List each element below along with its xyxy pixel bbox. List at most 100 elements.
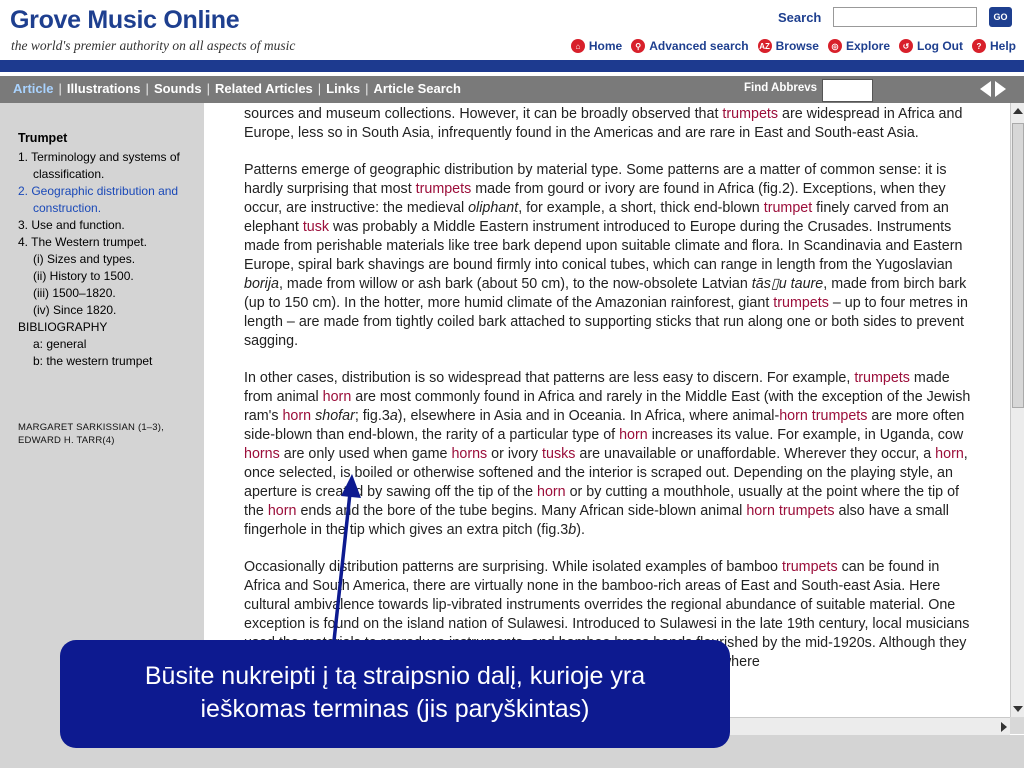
term-link[interactable]: horn [323,389,352,405]
term-link[interactable]: horn [537,484,566,500]
tab-sounds[interactable]: Sounds [154,81,202,96]
tab-separator: | [317,81,322,96]
term-link[interactable]: horns [451,446,487,462]
next-arrow-icon[interactable] [995,81,1006,97]
term-link[interactable]: horn trumpets [779,408,867,424]
term-link[interactable]: horn trumpets [746,503,834,519]
article-tab-bar: Article | Illustrations | Sounds | Related Art… [0,76,1024,103]
nav-label: Help [989,39,1016,53]
text-run: sources and museum collections. However,… [244,106,723,122]
article-paragraph: Patterns emerge of geographic distributi… [244,161,972,351]
term-link[interactable]: tusk [303,219,329,235]
scroll-up-icon[interactable] [1013,108,1023,114]
toc-title[interactable]: Trumpet [18,130,198,147]
help-icon: ? [971,39,986,53]
tab-article-search[interactable]: Article Search [374,81,461,96]
nav-advanced-search[interactable]: ⚲ Advanced search [631,39,749,53]
article-paragraph: In other cases, distribution is so wides… [244,369,972,540]
tab-illustrations[interactable]: Illustrations [67,81,141,96]
toc-item[interactable]: BIBLIOGRAPHY [18,319,198,336]
text-run: In other cases, distribution is so wides… [244,370,855,386]
home-icon: ⌂ [570,39,585,53]
nav-home[interactable]: ⌂ Home [570,39,623,53]
term-link[interactable]: tusks [542,446,575,462]
toc-item[interactable]: (iv) Since 1820. [18,302,198,319]
italic-text: shofar [315,408,355,424]
term-link[interactable]: trumpets [722,106,778,122]
text-run: increases its value. For example, in Uga… [647,427,964,443]
nav-label: Log Out [917,39,963,53]
tab-separator: | [365,81,369,96]
tab-separator: | [58,81,62,96]
nav-help[interactable]: ? Help [971,39,1016,53]
instruction-callout: Būsite nukreipti į tą straipsnio dalį, k… [60,640,730,748]
italic-text: tās▯u taure [751,276,824,292]
toc-item[interactable]: (iii) 1500–1820. [18,285,198,302]
term-link[interactable]: trumpets [854,370,910,386]
article-tabs: Article | Illustrations | Sounds | Related Art… [13,81,461,96]
toc-item[interactable]: 1. Terminology and systems of classifica… [18,149,198,183]
article-authors: MARGARET SARKISSIAN (1–3), EDWARD H. TAR… [18,422,164,446]
toc-item[interactable]: 2. Geographic distribution and construct… [18,183,198,217]
tab-links[interactable]: Links [326,81,360,96]
page-arrows [980,81,1006,97]
previous-arrow-icon[interactable] [980,81,991,97]
tab-article[interactable]: Article [13,81,53,96]
nav-label: Advanced search [649,39,749,53]
site-header: Grove Music Online the world's premier a… [0,0,1024,60]
vertical-scrollbar[interactable] [1010,103,1024,717]
site-logo[interactable]: Grove Music Online [10,6,240,35]
nav-log-out[interactable]: ↺ Log Out [899,39,963,53]
term-link[interactable]: trumpets [773,295,829,311]
article-body: sources and museum collections. However,… [204,103,1010,717]
toc-item[interactable]: (i) Sizes and types. [18,251,198,268]
toc-item[interactable]: 3. Use and function. [18,217,198,234]
nav-label: Explore [845,39,890,53]
site-tagline: the world's premier authority on all asp… [11,38,296,53]
search-go-button[interactable]: GO [989,7,1012,27]
magnifier-icon: ⚲ [631,39,646,53]
toc-item[interactable]: (ii) History to 1500. [18,268,198,285]
toc-item[interactable]: b: the western trumpet [18,353,198,370]
text-run: are only used when game [279,446,452,462]
text-run: Occasionally distribution patterns are s… [244,559,782,575]
tab-related-articles[interactable]: Related Articles [215,81,313,96]
scroll-down-icon[interactable] [1013,706,1023,712]
term-link[interactable]: horns [244,446,280,462]
scroll-thumb[interactable] [1012,123,1024,408]
scroll-right-icon[interactable] [1001,722,1007,732]
term-link[interactable]: horn [935,446,964,462]
italic-text: oliphant [468,200,519,216]
header-band [0,60,1024,72]
text-run: are unavailable or unaffordable. Whereve… [575,446,936,462]
callout-text: Būsite nukreipti į tą straipsnio dalį, k… [144,662,646,723]
article-paragraph: sources and museum collections. However,… [244,105,972,143]
nav-browse[interactable]: AZ Browse [757,39,819,53]
term-link[interactable]: horn [268,503,297,519]
term-link[interactable]: horn [619,427,648,443]
term-link[interactable]: trumpet [764,200,812,216]
text-run: ). [576,522,585,538]
text-run: , for example, a short, thick end-blown [518,200,764,216]
term-link[interactable]: horn [282,408,311,424]
term-link[interactable]: trumpets [782,559,838,575]
toc-item[interactable]: a: general [18,336,198,353]
text-run: was probably a Middle Eastern instrument… [244,219,963,273]
text-run: ; fig.3 [354,408,390,424]
article-text: sources and museum collections. However,… [244,105,972,690]
text-run: , made from willow or ash bark (about 50… [278,276,752,292]
explore-icon: ◎ [827,39,842,53]
logout-icon: ↺ [899,39,913,53]
nav-label: Browse [775,39,819,53]
tab-separator: | [145,81,149,96]
search-input[interactable] [833,7,977,27]
search-label: Search [778,10,822,25]
text-run: ends and the bore of the tube begins. Ma… [296,503,747,519]
find-abbrevs-label: Find Abbrevs [744,82,818,94]
toc-item[interactable]: 4. The Western trumpet. [18,234,198,251]
nav-label: Home [588,39,623,53]
nav-explore[interactable]: ◎ Explore [827,39,890,53]
find-abbrevs-input[interactable] [822,79,873,102]
term-link[interactable]: trumpets [416,181,472,197]
tab-separator: | [206,81,210,96]
